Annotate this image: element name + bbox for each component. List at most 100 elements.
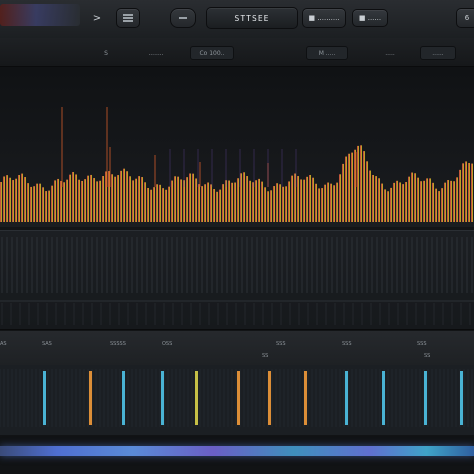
spectrum-bar [420,181,422,222]
track-area[interactable] [0,230,474,330]
spectrum-bar [339,174,341,222]
spectrum-bar [12,180,14,222]
spectrum-bar [63,182,65,222]
ruler-label: SS [262,353,269,359]
spectrum-bar [351,152,353,222]
loop-icon [179,17,187,19]
marker-line [89,371,92,425]
track-lines [0,237,474,325]
spectrum-bar [180,179,182,222]
spectrum-bar [279,184,281,222]
spectrum-bar [216,191,218,222]
spectrum-bar [471,163,473,222]
spectrum-bar [345,156,347,222]
spectrum-bar [6,175,8,222]
spectrum-bar [198,184,200,222]
marker-line [460,371,463,425]
spectrum-bar [252,182,254,222]
spectrum-bar [333,185,335,222]
spectrum-bar [411,172,413,222]
spectrum-bar [168,186,170,222]
play-button[interactable]: > [84,8,110,28]
spectrum-bar [327,182,329,222]
spectrum-bar [321,188,323,222]
spectrum-bar [15,178,17,222]
spectrum-display [0,67,474,227]
ruler-label: SSS [276,341,286,347]
marker-lane[interactable] [0,365,474,435]
control-item[interactable]: M ..... [306,46,348,60]
control-item[interactable]: ...... [420,46,456,60]
spectrum-bar [450,180,452,222]
spectrum-bar [72,172,74,222]
transport-display: STTSEE [206,7,298,29]
spectrum-bar [270,190,272,222]
spectrum-bar [264,187,266,222]
spectrum-bar [153,187,155,222]
spectrum-bar [306,176,308,222]
marker-line [304,371,307,425]
marker-line [424,371,427,425]
options-button[interactable]: ■ ...... [352,9,388,27]
spectrum-bar [381,183,383,222]
spectrum-bar [135,178,137,222]
spectrum-bar [18,175,20,222]
spectrum-bar [372,174,374,222]
mode-label: ■ .......... [308,14,340,22]
spectrum-bar [366,161,368,222]
control-item[interactable]: ..... [370,46,410,60]
spectrum-bar [291,175,293,222]
marker-line [345,371,348,425]
spectrum-bar [60,180,62,222]
spectrum-bar [204,184,206,222]
overview-color-stripe[interactable] [0,446,474,456]
spectrum-bar [120,170,122,222]
spectrum-bar [267,191,269,222]
spectrum-bar [186,177,188,222]
spectrum-bar [201,186,203,222]
timeline-ruler[interactable]: AS SAS SSSSS OSS SSS SSS SSS SS SS [0,331,474,365]
track-color-strip [0,4,80,26]
spectrum-bar [402,184,404,222]
corner-button[interactable]: 6 [456,8,474,28]
marker-line [122,371,125,425]
meter-button[interactable] [116,8,140,28]
spectrum-bar [90,174,92,222]
control-item[interactable]: ........ [138,46,174,60]
spectrum-bar [162,188,164,222]
spectrum-bar [36,183,38,222]
spectrum-bar [30,186,32,222]
spectrum-bar [375,176,377,222]
spectrum-bar [363,151,365,222]
spectrum-bar [117,175,119,222]
ruler-label: OSS [162,341,173,347]
spectrum-bar [177,176,179,222]
spectrum-bar [396,180,398,222]
mode-button[interactable]: ■ .......... [302,8,346,28]
marker-line [195,371,198,425]
spectrum-bar [387,191,389,222]
spectrum-bar [285,186,287,222]
spectrum-bar [96,181,98,222]
loop-button[interactable] [170,8,196,28]
spectrum-bar [0,182,2,222]
spectrum-bar [111,174,113,222]
spectrum-bar [246,176,248,222]
spectrum-bar [219,189,221,222]
marker-line [382,371,385,425]
spectrum-bar [126,171,128,222]
ruler-label: SS [424,353,431,359]
spectrum-bar [342,163,344,222]
spectrum-bar [393,182,395,222]
spectrum-bar [258,178,260,222]
spectrum-bar [462,163,464,222]
control-item[interactable]: Co 100.. [190,46,234,60]
control-item[interactable]: S [100,46,112,60]
spectrum-bar [360,145,362,222]
spectrum-bar [9,177,11,222]
spectrum-bar [69,174,71,222]
spectrum-bar [417,177,419,222]
spectrum-bar [21,173,23,222]
spectrum-bar [234,182,236,222]
spectrum-bar [255,180,257,222]
